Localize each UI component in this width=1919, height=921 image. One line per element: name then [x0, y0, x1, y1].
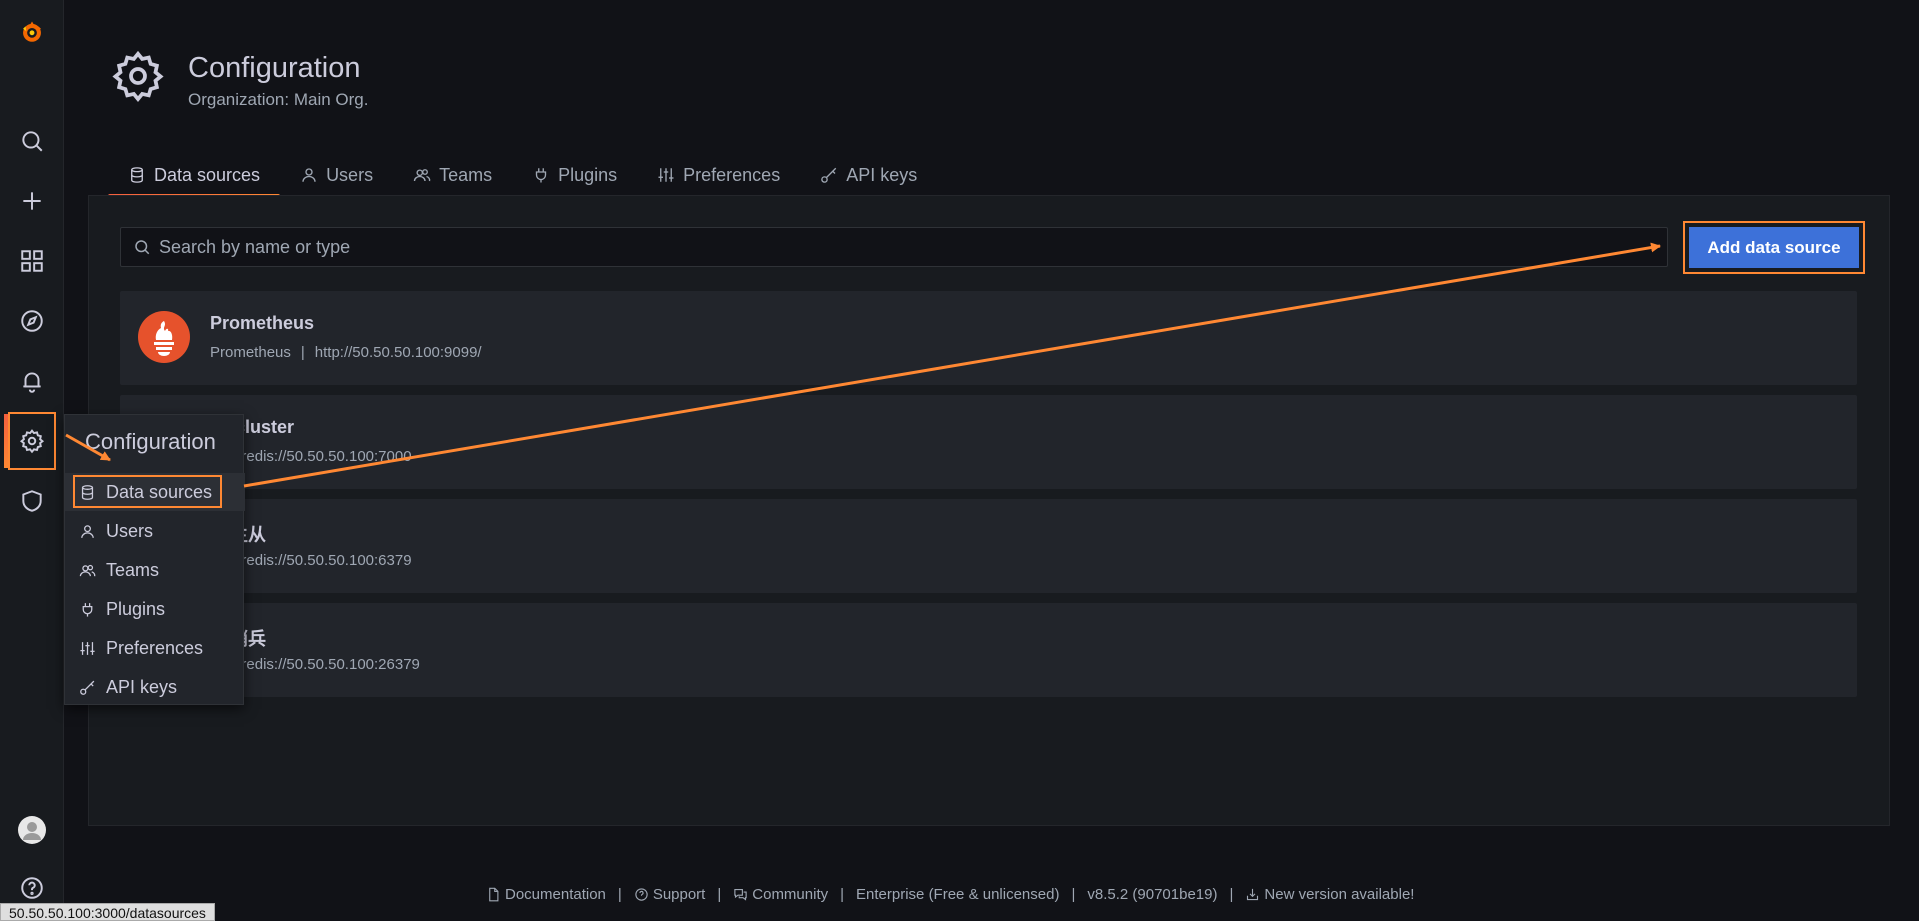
footer-community-link[interactable]: Community — [733, 886, 828, 903]
data-sources-highlight-box — [73, 475, 222, 508]
search-icon — [135, 240, 150, 255]
datasource-url: http://50.50.50.100:9099/ — [314, 344, 482, 361]
datasource-url: redis://50.50.50.100:7000 — [241, 448, 412, 465]
users-icon — [413, 169, 431, 182]
flyout-item-teams[interactable]: Teams — [65, 551, 245, 589]
tab-teams[interactable]: Teams — [393, 155, 512, 195]
flyout-item-preferences[interactable]: Preferences — [65, 629, 245, 667]
tab-label: Plugins — [558, 164, 618, 185]
footer-separator: | — [840, 886, 845, 903]
footer-separator: | — [617, 886, 622, 903]
flyout-item-plugins[interactable]: Plugins — [65, 590, 245, 628]
gear-icon[interactable] — [0, 417, 64, 465]
compass-icon[interactable] — [0, 297, 64, 345]
key-icon — [80, 680, 95, 695]
tab-label: API keys — [846, 164, 918, 185]
plug-icon — [535, 168, 547, 183]
sidebar — [0, 0, 64, 921]
tab-preferences[interactable]: Preferences — [637, 155, 800, 195]
gear-icon — [112, 50, 164, 103]
grafana-logo-icon[interactable] — [0, 8, 64, 56]
footer-edition: Enterprise (Free & unlicensed) — [856, 886, 1060, 903]
datasource-meta: Prometheus | http://50.50.50.100:9099/ — [210, 344, 482, 361]
footer-documentation-label: Documentation — [505, 886, 606, 903]
flyout-item-users[interactable]: Users — [65, 512, 245, 550]
tab-label: Teams — [439, 164, 493, 185]
plus-icon[interactable] — [0, 177, 64, 225]
datasource-card[interactable]: Prometheus Prometheus | http://50.50.50.10… — [120, 291, 1857, 385]
footer-community-label: Community — [752, 886, 829, 903]
flyout-item-label: Preferences — [106, 637, 204, 658]
datasource-card[interactable]: is_cluster s|redis://50.50.50.100:7000 — [120, 395, 1857, 489]
footer-separator: | — [717, 886, 722, 903]
flyout-item-label: Users — [106, 520, 154, 541]
datasource-type: Prometheus — [210, 344, 291, 361]
search-icon[interactable] — [0, 117, 64, 165]
user-icon — [81, 524, 94, 538]
config-tabs: Data sources Users Teams Plugins Prefere… — [108, 155, 937, 198]
footer-support-link[interactable]: Support — [634, 886, 706, 903]
sliders-icon — [658, 168, 674, 182]
datasource-card[interactable]: s_哨兵 s|redis://50.50.50.100:26379 — [120, 603, 1857, 697]
tab-label: Data sources — [154, 164, 261, 185]
prometheus-logo-icon — [138, 311, 190, 363]
datasource-url: redis://50.50.50.100:26379 — [241, 656, 420, 673]
flyout-item-label: Teams — [106, 559, 160, 580]
bell-icon[interactable] — [0, 357, 64, 405]
footer-separator: | — [1071, 886, 1076, 903]
footer-new-version-label: New version available! — [1264, 886, 1415, 903]
users-icon — [79, 564, 96, 576]
database-icon — [131, 167, 143, 183]
add-data-source-button[interactable]: Add data source — [1689, 227, 1859, 268]
document-icon — [489, 887, 499, 902]
datasources-panel: Search by name or type Add data source P… — [88, 195, 1890, 826]
comments-icon — [734, 888, 747, 901]
flyout-item-label: API keys — [106, 676, 178, 697]
tab-label: Users — [326, 164, 374, 185]
datasource-name: Prometheus — [210, 313, 315, 333]
footer-version: v8.5.2 (90701be19) — [1087, 886, 1218, 903]
tab-users[interactable]: Users — [280, 155, 393, 195]
footer: Documentation | Support | Community | En… — [486, 886, 1414, 903]
footer-new-version-link[interactable]: New version available! — [1245, 886, 1414, 903]
separator: | — [300, 344, 305, 361]
footer-support-label: Support — [652, 886, 706, 903]
download-icon — [1247, 888, 1259, 901]
datasource-card[interactable]: s_主从 s|redis://50.50.50.100:6379 — [120, 499, 1857, 593]
shield-icon[interactable] — [0, 477, 64, 525]
datasource-url: redis://50.50.50.100:6379 — [241, 552, 412, 569]
flyout-item-label: Plugins — [106, 598, 166, 619]
user-icon — [302, 168, 316, 182]
footer-separator: | — [1229, 886, 1234, 903]
browser-status-url: 50.50.50.100:3000/datasources — [0, 903, 215, 921]
avatar[interactable] — [0, 806, 64, 854]
flyout-item-api-keys[interactable]: API keys — [65, 668, 245, 706]
page-subtitle: Organization: Main Org. — [188, 90, 369, 109]
tab-api-keys[interactable]: API keys — [800, 155, 937, 195]
footer-documentation-link[interactable]: Documentation — [486, 886, 606, 903]
key-icon — [821, 167, 837, 183]
add-button-highlight-box: Add data source — [1683, 221, 1865, 274]
tab-label: Preferences — [683, 164, 781, 185]
dashboards-icon[interactable] — [0, 237, 64, 285]
plug-icon — [82, 602, 93, 617]
sliders-icon — [80, 641, 95, 655]
configuration-flyout-menu: Configuration Data sources Users Teams P… — [64, 414, 245, 706]
search-placeholder: Search by name or type — [159, 236, 351, 257]
search-input[interactable]: Search by name or type — [120, 227, 1668, 267]
tab-plugins[interactable]: Plugins — [512, 155, 637, 195]
tab-data-sources[interactable]: Data sources — [108, 155, 281, 198]
question-circle-icon — [635, 888, 648, 901]
flyout-title[interactable]: Configuration — [85, 429, 216, 455]
page-title: Configuration — [188, 52, 361, 84]
